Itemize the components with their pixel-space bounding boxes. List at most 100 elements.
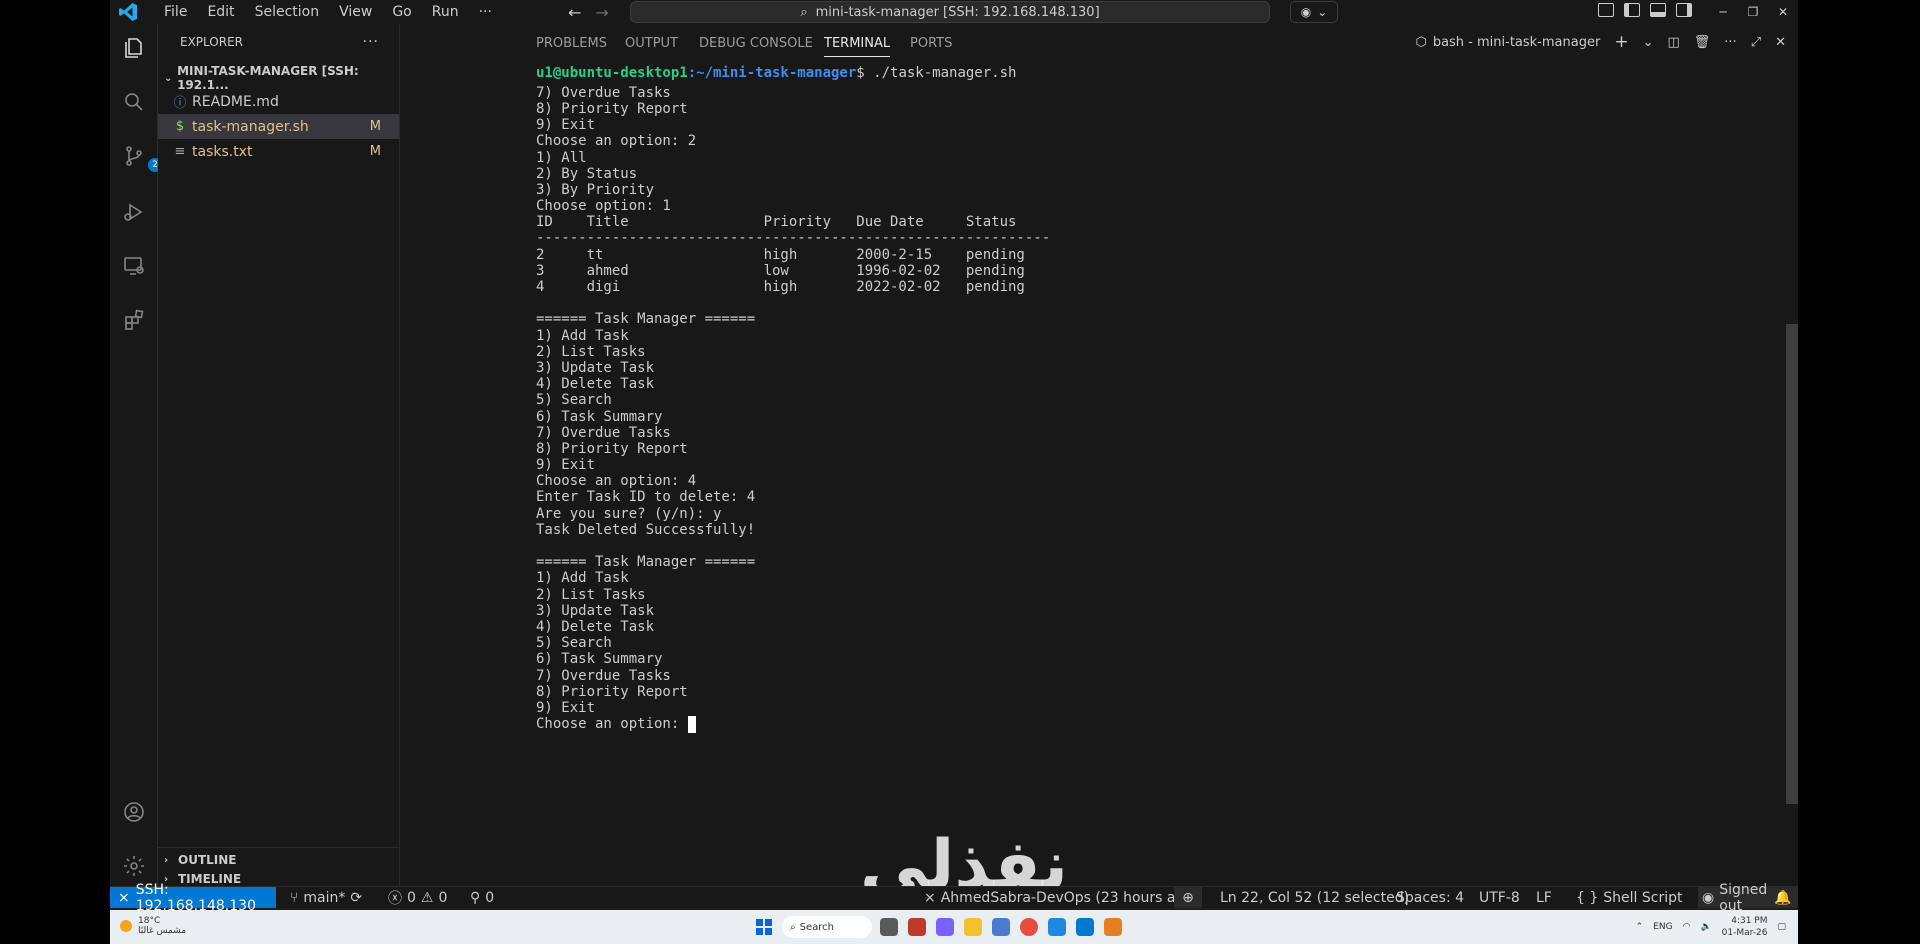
toggle-panel-icon[interactable] xyxy=(1650,3,1666,17)
language-mode[interactable]: { } Shell Script xyxy=(1576,887,1682,908)
account-indicator[interactable]: ⨯ AhmedSabra-DevOps (23 hours ago) xyxy=(924,887,1198,908)
settings-gear-icon[interactable] xyxy=(122,854,146,878)
prompt-command: $ ./task-manager.sh xyxy=(856,65,1017,81)
notification-icon[interactable]: ▢ xyxy=(1777,922,1786,932)
menu-run[interactable]: Run xyxy=(422,0,469,24)
run-debug-icon[interactable] xyxy=(122,200,146,224)
cursor-position[interactable]: Ln 22, Col 52 (12 selected) xyxy=(1220,887,1409,908)
branch-name: main* xyxy=(303,889,346,906)
remote-explorer-icon[interactable] xyxy=(122,254,146,278)
search-view-icon[interactable] xyxy=(122,90,146,114)
menu-file[interactable]: File xyxy=(154,0,197,24)
app-icon[interactable] xyxy=(880,918,898,936)
file-task-manager-sh[interactable]: $ task-manager.sh M xyxy=(158,114,399,139)
terminal-cursor xyxy=(687,715,696,733)
app-icon[interactable] xyxy=(992,918,1010,936)
terminal-output[interactable]: u1@ubuntu-desktop1:~/mini-task-manager$ … xyxy=(400,64,1798,886)
tab-terminal[interactable]: TERMINAL xyxy=(824,36,891,57)
forward-arrow-icon[interactable]: → xyxy=(595,3,608,22)
file-name: task-manager.sh xyxy=(192,118,309,135)
workspace-folder-label: MINI-TASK-MANAGER [SSH: 192.1... xyxy=(177,64,359,92)
tab-debug-console[interactable]: DEBUG CONSOLE xyxy=(699,36,813,51)
terminal-line: 7) Overdue Tasks xyxy=(536,667,671,684)
more-actions-icon[interactable]: ··· xyxy=(363,34,379,50)
split-terminal-icon[interactable]: ◫ xyxy=(1667,35,1679,50)
menu-selection[interactable]: Selection xyxy=(245,0,330,24)
command-center[interactable]: ⌕ mini-task-manager [SSH: 192.168.148.13… xyxy=(630,1,1270,23)
windows-start-icon[interactable] xyxy=(756,919,772,935)
trash-icon[interactable]: 🗑 xyxy=(1694,35,1711,50)
file-name: tasks.txt xyxy=(192,143,253,160)
terminal-line: 3) Update Task xyxy=(536,359,655,376)
weather-widget[interactable]: 18°C مشمس غالبًا xyxy=(120,916,186,936)
close-panel-icon[interactable]: ✕ xyxy=(1775,35,1786,50)
explorer-icon[interactable] xyxy=(122,36,146,60)
tab-output[interactable]: OUTPUT xyxy=(625,36,678,51)
new-terminal-icon[interactable]: + xyxy=(1614,32,1628,52)
accounts-icon[interactable] xyxy=(122,800,146,824)
terminal-line: 5) Search xyxy=(536,635,612,652)
clock[interactable]: 4:31 PM 01-Mar-26 xyxy=(1722,915,1768,939)
vscode-window: File Edit Selection View Go Run ··· ← → … xyxy=(110,0,1798,944)
terminal-name: bash - mini-task-manager xyxy=(1432,34,1601,50)
tab-ports[interactable]: PORTS xyxy=(910,36,952,51)
terminal-line: 7) Overdue Tasks xyxy=(536,84,671,101)
volume-icon[interactable]: 🔈 xyxy=(1700,922,1711,932)
menu-go[interactable]: Go xyxy=(382,0,421,24)
braces-icon: { } xyxy=(1576,889,1599,906)
file-tasks-txt[interactable]: ≡ tasks.txt M xyxy=(158,139,399,164)
menu-view[interactable]: View xyxy=(329,0,382,24)
copilot-button[interactable]: ◉ ⌄ xyxy=(1290,1,1338,23)
remote-indicator[interactable]: ⨯ SSH: 192.168.148.130 xyxy=(110,882,276,914)
encoding[interactable]: UTF-8 xyxy=(1479,887,1520,908)
extensions-icon[interactable] xyxy=(122,308,146,332)
workspace-folder[interactable]: ⌄ MINI-TASK-MANAGER [SSH: 192.1... xyxy=(158,64,399,92)
remote-icon: ⨯ xyxy=(118,889,130,906)
toggle-secondary-sidebar-icon[interactable] xyxy=(1676,3,1692,17)
menu-more[interactable]: ··· xyxy=(469,0,502,24)
app-icon[interactable] xyxy=(1104,918,1122,936)
terminal-line: 1) Add Task xyxy=(536,570,629,587)
source-control-icon[interactable]: 2 xyxy=(122,144,162,172)
terminal-selector[interactable]: ⬡ bash - mini-task-manager xyxy=(1415,35,1600,50)
outline-label: OUTLINE xyxy=(178,853,237,867)
tab-problems[interactable]: PROBLEMS xyxy=(536,36,607,51)
chrome-icon[interactable] xyxy=(1020,918,1038,936)
toggle-sidebar-icon[interactable] xyxy=(1624,3,1640,17)
line-ending[interactable]: LF xyxy=(1536,887,1552,908)
folder-icon[interactable] xyxy=(964,918,982,936)
wifi-icon[interactable]: ◠ xyxy=(1683,922,1691,932)
app-icon[interactable] xyxy=(908,918,926,936)
vscode-taskbar-icon[interactable] xyxy=(1076,918,1094,936)
back-arrow-icon[interactable]: ← xyxy=(568,3,581,22)
close-window-icon[interactable]: ✕ xyxy=(1768,0,1798,24)
clock-date: 01-Mar-26 xyxy=(1721,928,1768,938)
ports-indicator[interactable]: ⚲ 0 xyxy=(470,887,494,908)
app-icon[interactable] xyxy=(936,918,954,936)
file-readme[interactable]: ⓘ README.md xyxy=(158,89,399,114)
bell-icon[interactable]: 🔔 xyxy=(1774,887,1791,908)
language-indicator[interactable]: ENG xyxy=(1653,922,1672,932)
outline-section[interactable]: › OUTLINE xyxy=(158,847,400,872)
vscode-logo-icon[interactable] xyxy=(118,2,138,22)
indentation[interactable]: Spaces: 4 xyxy=(1396,887,1464,908)
chevron-up-icon[interactable]: ⌃ xyxy=(1636,922,1644,932)
minimize-icon[interactable]: ─ xyxy=(1708,0,1738,24)
customize-layout-icon[interactable] xyxy=(1598,3,1614,17)
problems-indicator[interactable]: ⓧ 0 ⚠ 0 xyxy=(388,887,447,908)
taskbar-search-label: Search xyxy=(799,921,834,933)
panel-actions: ⬡ bash - mini-task-manager + ⌄ ◫ 🗑 ··· ⤢… xyxy=(1415,32,1786,52)
zoom-icon[interactable]: ⊕ xyxy=(1174,887,1202,908)
terminal-scrollbar[interactable] xyxy=(1786,324,1798,804)
git-branch[interactable]: ⑂ main* ⟳ xyxy=(290,887,362,908)
terminal-icon: ⬡ xyxy=(1415,34,1427,50)
app-icon[interactable] xyxy=(1048,918,1066,936)
sun-icon xyxy=(120,920,132,932)
restore-icon[interactable]: ❐ xyxy=(1738,0,1768,24)
maximize-panel-icon[interactable]: ⤢ xyxy=(1751,35,1761,50)
menu-edit[interactable]: Edit xyxy=(197,0,244,24)
taskbar-search[interactable]: ⌕ Search xyxy=(782,916,872,938)
chevron-down-icon[interactable]: ⌄ xyxy=(1643,35,1654,50)
more-actions-icon[interactable]: ··· xyxy=(1724,35,1736,50)
